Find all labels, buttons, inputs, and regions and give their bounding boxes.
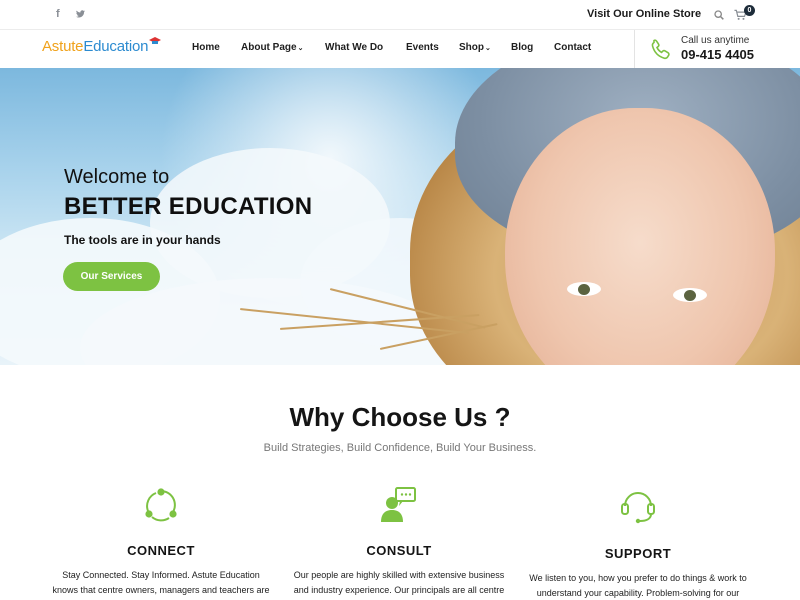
section-title: Why Choose Us ?: [289, 402, 511, 432]
feature-support: SUPPORT We listen to you, how you prefer…: [523, 486, 753, 600]
nav-blog[interactable]: Blog: [511, 42, 533, 53]
our-services-button[interactable]: Our Services: [63, 262, 160, 291]
call-box[interactable]: Call us anytime 09-415 4405: [634, 30, 800, 68]
twitter-icon[interactable]: [76, 8, 85, 18]
section-subtitle: Build Strategies, Build Confidence, Buil…: [263, 442, 537, 454]
top-bar: f Visit Our Online Store 0: [0, 0, 800, 30]
hero-tagline: The tools are in your hands: [64, 233, 221, 247]
graduation-cap-icon: [149, 37, 161, 44]
facebook-icon[interactable]: f: [56, 8, 60, 20]
hero-headline: BETTER EDUCATION: [64, 193, 313, 220]
online-store-link[interactable]: Visit Our Online Store: [587, 8, 701, 20]
call-label: Call us anytime: [681, 35, 750, 46]
nav-what-we-do[interactable]: What We Do: [325, 42, 383, 53]
feature-title: SUPPORT: [604, 546, 672, 561]
logo-text-part2: Education: [83, 38, 149, 55]
feature-desc-line: Stay Connected. Stay Informed. Astute Ed…: [62, 570, 260, 580]
feature-desc-line: We listen to you, how you prefer to do t…: [529, 573, 747, 583]
cart-count-badge: 0: [744, 5, 755, 16]
nav-shop[interactable]: Shop⌄: [459, 42, 491, 53]
nav-about-label: About Page: [241, 42, 297, 53]
hero-welcome: Welcome to: [64, 166, 170, 188]
child-eye-left: [567, 282, 601, 296]
consult-person-chat-icon: [381, 487, 416, 522]
nav-what-we-do-label: What We Do: [325, 42, 384, 53]
support-headset-icon: [621, 492, 655, 524]
main-navigation: AstuteEducation Home About Page⌄ What We…: [0, 30, 800, 68]
child-eye-right: [673, 288, 707, 302]
hero-banner: Welcome to BETTER EDUCATION The tools ar…: [0, 68, 800, 365]
nav-contact-label: Contact: [554, 42, 592, 53]
phone-number[interactable]: 09-415 4405: [681, 47, 754, 62]
nav-about[interactable]: About Page⌄: [241, 42, 303, 53]
feature-connect: CONNECT Stay Connected. Stay Informed. A…: [46, 486, 276, 598]
nav-events[interactable]: Events: [406, 42, 439, 53]
child-face: [505, 108, 775, 365]
nav-home[interactable]: Home: [192, 42, 220, 53]
feature-desc-line: knows that centre owners, managers and t…: [52, 585, 270, 595]
nav-shop-label: Shop: [459, 42, 484, 53]
connect-network-icon: [145, 488, 177, 522]
logo-text-part1: Astute: [42, 38, 84, 55]
feature-consult: CONSULT Our people are highly skilled wi…: [284, 486, 514, 598]
feature-title: CONNECT: [127, 543, 195, 558]
nav-contact[interactable]: Contact: [554, 42, 591, 53]
nav-home-label: Home: [192, 42, 220, 53]
feature-desc-line: understand your capability. Problem-solv…: [536, 588, 740, 598]
feature-desc-line: and industry experience. Our principals …: [293, 585, 505, 595]
nav-blog-label: Blog: [511, 42, 534, 53]
feature-desc-line: Our people are highly skilled with exten…: [293, 570, 505, 580]
chevron-down-icon: ⌄: [297, 45, 304, 52]
chevron-down-icon: ⌄: [485, 45, 491, 52]
feature-title: CONSULT: [366, 543, 432, 558]
search-icon[interactable]: [714, 10, 724, 20]
nav-events-label: Events: [406, 42, 439, 53]
site-logo[interactable]: AstuteEducation: [42, 38, 148, 55]
phone-icon: [651, 39, 670, 60]
